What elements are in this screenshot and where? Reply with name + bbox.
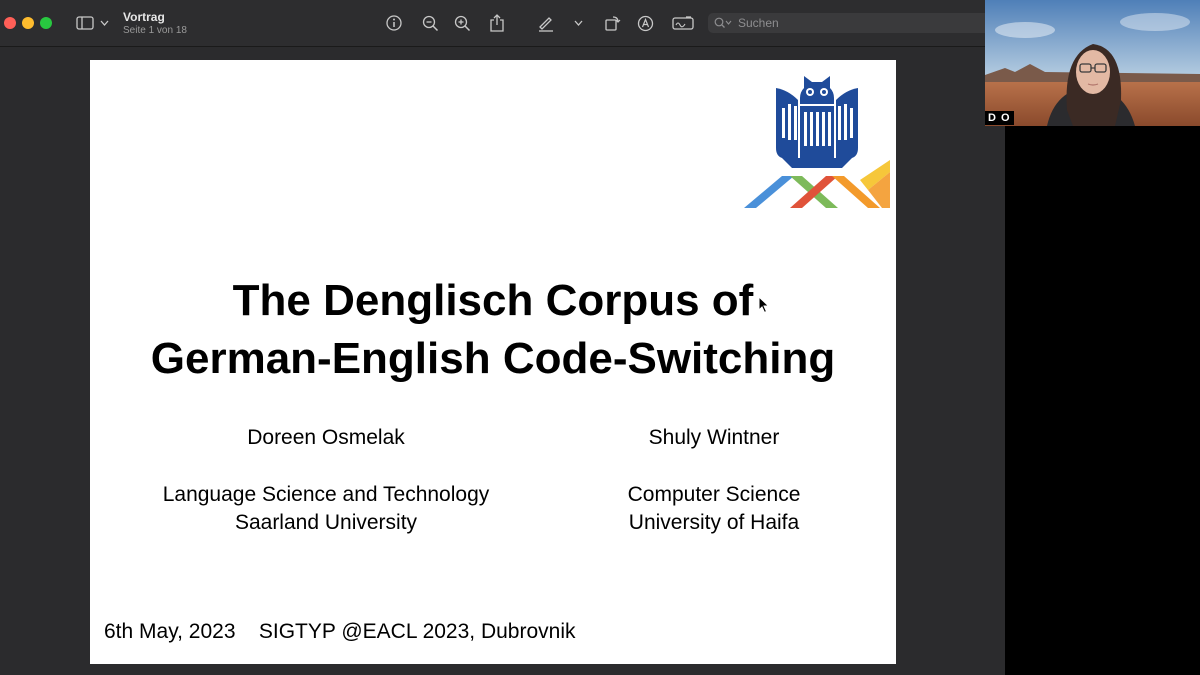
close-window-button[interactable]: [4, 17, 16, 29]
empty-gallery-area: [1005, 126, 1200, 675]
participant-video-frame: [985, 0, 1200, 126]
page-indicator: Seite 1 von 18: [123, 25, 187, 36]
mouse-cursor-icon: [758, 296, 770, 314]
rotate-icon[interactable]: [602, 12, 622, 34]
markup-chevron-down-icon[interactable]: [572, 12, 584, 34]
affiliation-right-dept: Computer Science: [627, 483, 801, 506]
affiliation-left: Language Science and Technology Saarland…: [126, 481, 526, 537]
minimize-window-button[interactable]: [22, 17, 34, 29]
slide-title-line2: German-English Code-Switching: [150, 334, 836, 383]
affiliation-right-univ: University of Haifa: [628, 511, 800, 534]
preview-window: Vortrag Seite 1 von 18 Suchen The Dengli…: [0, 0, 985, 675]
participant-video: D O: [985, 0, 1200, 126]
chevron-down-icon[interactable]: [98, 12, 110, 34]
title-bar: Vortrag Seite 1 von 18 Suchen: [0, 0, 985, 47]
affiliation-left-univ: Saarland University: [234, 511, 418, 534]
university-logo: [744, 76, 890, 208]
annotate-icon[interactable]: [635, 12, 655, 34]
info-icon[interactable]: [384, 12, 404, 34]
author-left: Doreen Osmelak: [247, 426, 405, 449]
slide-footer: 6th May, 2023 SIGTYP @EACL 2023, Dubrovn…: [104, 620, 576, 643]
participant-name-label: D O: [985, 111, 1014, 125]
sidebar-icon[interactable]: [75, 12, 95, 34]
zoom-in-icon[interactable]: [452, 12, 472, 34]
author-right: Shuly Wintner: [648, 426, 780, 449]
affiliation-right: Computer Science University of Haifa: [558, 481, 870, 537]
search-field[interactable]: Suchen: [708, 13, 985, 33]
slide-title-line1: The Denglisch Corpus of: [232, 276, 754, 325]
search-placeholder: Suchen: [738, 16, 779, 30]
scroll-track: [985, 125, 1005, 675]
share-icon[interactable]: [488, 12, 506, 34]
affiliation-left-dept: Language Science and Technology: [162, 483, 490, 506]
search-icon: [714, 17, 732, 28]
signature-icon[interactable]: [671, 12, 695, 34]
document-title: Vortrag: [123, 10, 165, 24]
zoom-out-icon[interactable]: [420, 12, 440, 34]
markup-pen-icon[interactable]: [536, 12, 556, 34]
slide-page: The Denglisch Corpus of German-English C…: [90, 60, 896, 664]
zoom-window-button[interactable]: [40, 17, 52, 29]
